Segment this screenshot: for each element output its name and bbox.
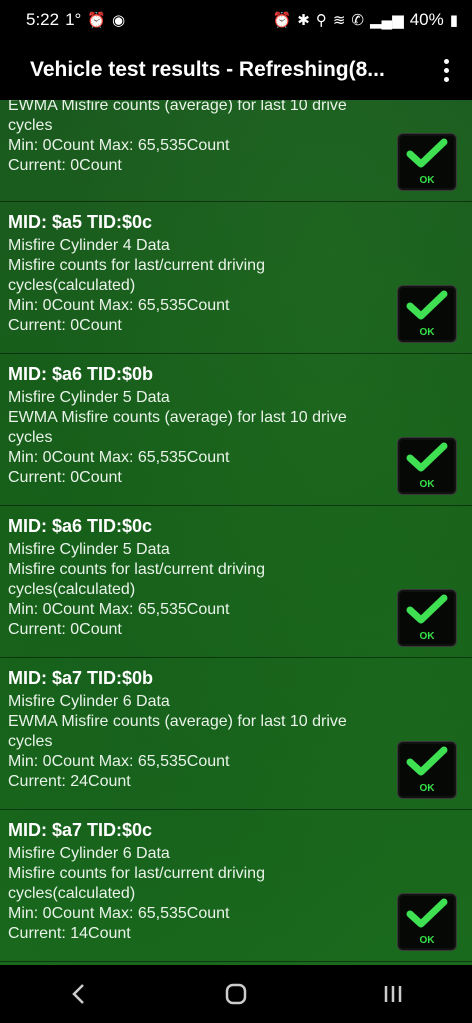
navigation-bar: [0, 965, 472, 1023]
test-name: Misfire Cylinder 6 Data: [8, 693, 170, 710]
min-max-range: Min: 0Count Max: 65,535Count: [8, 137, 230, 154]
overflow-menu-icon[interactable]: [434, 58, 458, 82]
result-item[interactable]: MID: $a6 TID:$0b Misfire Cylinder 5 Data E…: [0, 354, 472, 506]
ok-label: OK: [419, 327, 435, 338]
min-max-range: Min: 0Count Max: 65,535Count: [8, 753, 230, 770]
checkmark-icon: [406, 442, 448, 472]
recents-icon[interactable]: [373, 979, 413, 1009]
mid-tid-label: MID: $a7 TID:$0c: [8, 820, 153, 840]
current-value: Current: 0Count: [8, 157, 122, 174]
result-item[interactable]: Misfire Cylinder 4 DataEWMA Misfire coun…: [0, 100, 472, 202]
ok-status-button[interactable]: OK: [397, 285, 457, 343]
test-description: EWMA Misfire counts (average) for last 1…: [8, 713, 347, 750]
results-list: Misfire Cylinder 4 Data EWMA Misfire coun…: [0, 100, 472, 962]
status-bar: 5:22 1° ⏰ ◉ ⏰ ✱ ⚲ ≋ ✆ ▂▄▆ 40% ▮: [0, 0, 472, 40]
checkmark-icon: [406, 746, 448, 776]
wifi-icon: ≋: [332, 11, 346, 29]
battery-icon: ▮: [449, 11, 458, 29]
call-icon: ✆: [351, 11, 364, 29]
result-item[interactable]: MID: $a7 TID:$0b Misfire Cylinder 6 Data E…: [0, 658, 472, 810]
ok-label: OK: [419, 479, 435, 490]
test-name: Misfire Cylinder 5 Data: [8, 541, 170, 558]
current-value: Current: 14Count: [8, 925, 131, 942]
back-icon[interactable]: [59, 979, 99, 1009]
checkmark-icon: [406, 898, 448, 928]
result-item[interactable]: MID: $a7 TID:$0c Misfire Cylinder 6 Data M…: [0, 810, 472, 962]
page-title: Vehicle test results - Refreshing(8...: [30, 58, 385, 81]
test-name: Misfire Cylinder 4 Data: [8, 237, 170, 254]
test-description: Misfire counts for last/current driving …: [8, 257, 265, 294]
ok-label: OK: [419, 631, 435, 642]
home-icon[interactable]: [216, 979, 256, 1009]
result-item[interactable]: MID: $a5 TID:$0c Misfire Cylinder 4 Data M…: [0, 202, 472, 354]
mid-tid-label: MID: $a6 TID:$0b: [8, 364, 154, 384]
checkmark-icon: [406, 290, 448, 320]
status-right: ⏰ ✱ ⚲ ≋ ✆ ▂▄▆ 40% ▮: [273, 10, 458, 30]
min-max-range: Min: 0Count Max: 65,535Count: [8, 297, 230, 314]
signal-icon: ▂▄▆: [370, 11, 404, 29]
min-max-range: Min: 0Count Max: 65,535Count: [8, 449, 230, 466]
test-description: Misfire counts for last/current driving …: [8, 865, 265, 902]
mid-tid-label: MID: $a6 TID:$0c: [8, 516, 153, 536]
app-bar: Vehicle test results - Refreshing(8...: [0, 40, 472, 100]
min-max-range: Min: 0Count Max: 65,535Count: [8, 905, 230, 922]
ok-status-button[interactable]: OK: [397, 589, 457, 647]
weather-temperature: 1°: [65, 10, 82, 29]
current-value: Current: 24Count: [8, 773, 131, 790]
test-description: Misfire counts for last/current driving …: [8, 561, 265, 598]
location-icon: ⚲: [315, 11, 327, 29]
results-panel[interactable]: Misfire Cylinder 4 Data EWMA Misfire coun…: [0, 100, 472, 965]
min-max-range: Min: 0Count Max: 65,535Count: [8, 601, 230, 618]
test-name: Misfire Cylinder 5 Data: [8, 389, 170, 406]
clock-time: 5:22: [26, 10, 60, 29]
ok-status-button[interactable]: OK: [397, 893, 457, 951]
sync-icon: ◉: [112, 11, 126, 29]
status-left: 5:22 1° ⏰ ◉: [26, 10, 125, 30]
ok-status-button[interactable]: OK: [397, 437, 457, 495]
current-value: Current: 0Count: [8, 317, 122, 334]
battery-level: 40%: [409, 10, 444, 29]
mid-tid-label: MID: $a7 TID:$0b: [8, 668, 154, 688]
alarm-icon: ⏰: [272, 11, 292, 29]
test-description: EWMA Misfire counts (average) for last 1…: [8, 100, 347, 134]
alarm-clock-icon: ⏰: [87, 11, 107, 29]
test-name: Misfire Cylinder 6 Data: [8, 845, 170, 862]
ok-status-button[interactable]: OK: [397, 741, 457, 799]
mid-tid-label: MID: $a5 TID:$0c: [8, 212, 153, 232]
ok-status-button[interactable]: OK: [397, 133, 457, 191]
checkmark-icon: [406, 594, 448, 624]
ok-label: OK: [419, 175, 435, 186]
result-item[interactable]: MID: $a6 TID:$0c Misfire Cylinder 5 Data M…: [0, 506, 472, 658]
current-value: Current: 0Count: [8, 469, 122, 486]
test-description: EWMA Misfire counts (average) for last 1…: [8, 409, 347, 446]
bluetooth-icon: ✱: [297, 11, 310, 29]
ok-label: OK: [419, 783, 435, 794]
current-value: Current: 0Count: [8, 621, 122, 638]
ok-label: OK: [419, 935, 435, 946]
checkmark-icon: [406, 138, 448, 168]
